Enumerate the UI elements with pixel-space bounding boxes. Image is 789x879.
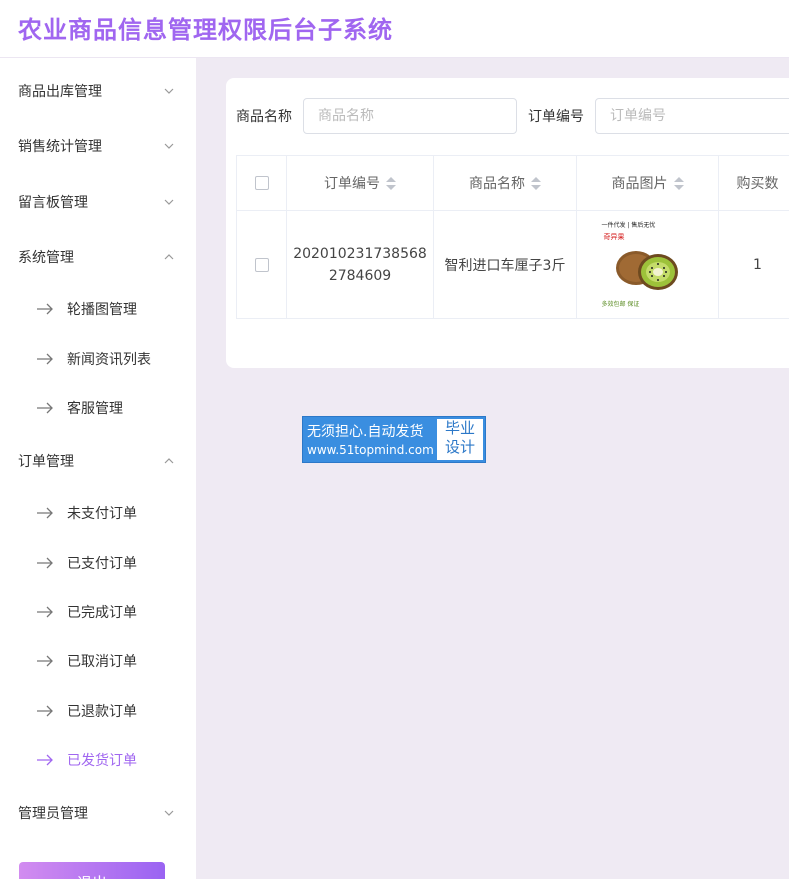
arrow-right-icon (37, 402, 53, 414)
kiwi-fruit-icon (615, 250, 678, 290)
menu-group-label: 订单管理 (18, 454, 74, 470)
menu-group-admins[interactable]: 管理员管理 (0, 788, 196, 838)
menu-group-sales-stats[interactable]: 销售统计管理 (0, 121, 196, 171)
sidebar-item-carousel[interactable]: 轮播图管理 (0, 285, 196, 333)
sidebar-item-label: 已支付订单 (67, 556, 137, 572)
column-header-quantity[interactable]: 购买数 (718, 155, 789, 211)
menu-group-product-outbound[interactable]: 商品出库管理 (0, 66, 196, 116)
column-header-product-image[interactable]: 商品图片 (576, 155, 719, 211)
sidebar-item-cancelled-orders[interactable]: 已取消订单 (0, 637, 196, 685)
app-title: 农业商品信息管理权限后台子系统 (18, 16, 393, 44)
select-all-checkbox[interactable] (254, 176, 269, 190)
sidebar-item-label: 已发货订单 (67, 753, 137, 769)
column-header-label: 商品图片 (611, 176, 668, 192)
table-header-row: 订单编号 商品名称 商品图片 购买数 (236, 155, 789, 211)
watermark: 无须担心.自动发货 www.51topmind.com 毕业 设计 (302, 416, 486, 463)
order-no-label: 订单编号 (528, 109, 584, 125)
sidebar-item-news[interactable]: 新闻资讯列表 (0, 335, 196, 383)
arrow-right-icon (37, 507, 53, 519)
sidebar-item-customer-service[interactable]: 客服管理 (0, 384, 196, 432)
product-name-label: 商品名称 (236, 109, 292, 125)
sidebar: 商品出库管理 销售统计管理 留言板管理 系统管理 轮播图管理 新闻资讯列表 客服… (0, 58, 196, 879)
select-all-cell (236, 155, 287, 211)
order-no-input[interactable] (595, 98, 789, 134)
arrow-right-icon (37, 303, 53, 315)
menu-group-label: 留言板管理 (18, 195, 88, 211)
arrow-right-icon (37, 754, 53, 766)
sidebar-item-label: 新闻资讯列表 (67, 352, 151, 368)
chevron-down-icon (164, 88, 174, 94)
watermark-line2: www.51topmind.com (307, 443, 434, 457)
column-header-label: 购买数 (736, 176, 779, 192)
column-header-label: 商品名称 (469, 176, 525, 192)
chevron-down-icon (164, 143, 174, 149)
row-select-cell (236, 210, 287, 319)
menu-group-label: 管理员管理 (18, 806, 88, 822)
order-no-cell: 202010231738568 2784609 (286, 210, 434, 319)
logout-button[interactable]: 退出 (19, 862, 165, 879)
arrow-right-icon (37, 705, 53, 717)
menu-group-label: 商品出库管理 (18, 84, 102, 100)
chevron-up-icon (164, 458, 174, 464)
arrow-right-icon (37, 655, 53, 667)
product-image-cell: 一件代发 | 售后无忧 奇异果 多效包邮 保证 (576, 210, 719, 319)
sort-icon[interactable] (386, 177, 396, 191)
sidebar-item-label: 未支付订单 (67, 506, 137, 522)
product-image-footer: 多效包邮 保证 (601, 300, 640, 308)
chevron-down-icon (164, 810, 174, 816)
chevron-up-icon (164, 254, 174, 260)
chevron-down-icon (164, 199, 174, 205)
menu-group-label: 系统管理 (18, 250, 74, 266)
menu-group-message-board[interactable]: 留言板管理 (0, 177, 196, 227)
sidebar-item-label: 已退款订单 (67, 704, 137, 720)
sidebar-item-unpaid-orders[interactable]: 未支付订单 (0, 489, 196, 537)
sidebar-item-completed-orders[interactable]: 已完成订单 (0, 588, 196, 636)
table-row: 202010231738568 2784609 智利进口车厘子3斤 一件代发 | … (236, 210, 789, 319)
sidebar-item-label: 轮播图管理 (67, 302, 137, 318)
row-checkbox[interactable] (254, 257, 269, 272)
menu-group-system[interactable]: 系统管理 (0, 232, 196, 282)
sidebar-item-paid-orders[interactable]: 已支付订单 (0, 539, 196, 587)
orders-table: 订单编号 商品名称 商品图片 购买数 202010231738568 278460… (236, 155, 789, 319)
order-no-line1: 202010231738568 (293, 245, 427, 262)
column-header-product-name[interactable]: 商品名称 (433, 155, 577, 211)
sort-icon[interactable] (673, 177, 684, 191)
watermark-badge-line1: 毕业 (444, 419, 475, 437)
watermark-badge-line2: 设计 (444, 438, 475, 456)
watermark-badge: 毕业 设计 (437, 419, 483, 460)
column-header-order-no[interactable]: 订单编号 (286, 155, 434, 211)
product-name-input[interactable] (303, 98, 517, 134)
product-name-cell: 智利进口车厘子3斤 (433, 210, 577, 319)
product-image: 一件代发 | 售后无忧 奇异果 多效包邮 保证 (601, 221, 694, 308)
arrow-right-icon (37, 606, 53, 618)
sidebar-item-label: 客服管理 (67, 401, 123, 417)
order-no-line2: 2784609 (328, 267, 392, 284)
menu-group-orders[interactable]: 订单管理 (0, 436, 196, 486)
arrow-right-icon (37, 353, 53, 365)
watermark-line1: 无须担心.自动发货 (307, 424, 424, 440)
quantity-cell: 1 (718, 210, 789, 319)
sort-icon[interactable] (531, 177, 541, 191)
sidebar-item-label: 已完成订单 (67, 605, 137, 621)
menu-group-label: 销售统计管理 (18, 139, 102, 155)
sidebar-item-label: 已取消订单 (67, 654, 137, 670)
column-header-label: 订单编号 (324, 176, 380, 192)
sidebar-item-shipped-orders[interactable]: 已发货订单 (0, 736, 196, 784)
header: 农业商品信息管理权限后台子系统 (0, 0, 789, 58)
sidebar-item-refunded-orders[interactable]: 已退款订单 (0, 687, 196, 735)
arrow-right-icon (37, 557, 53, 569)
